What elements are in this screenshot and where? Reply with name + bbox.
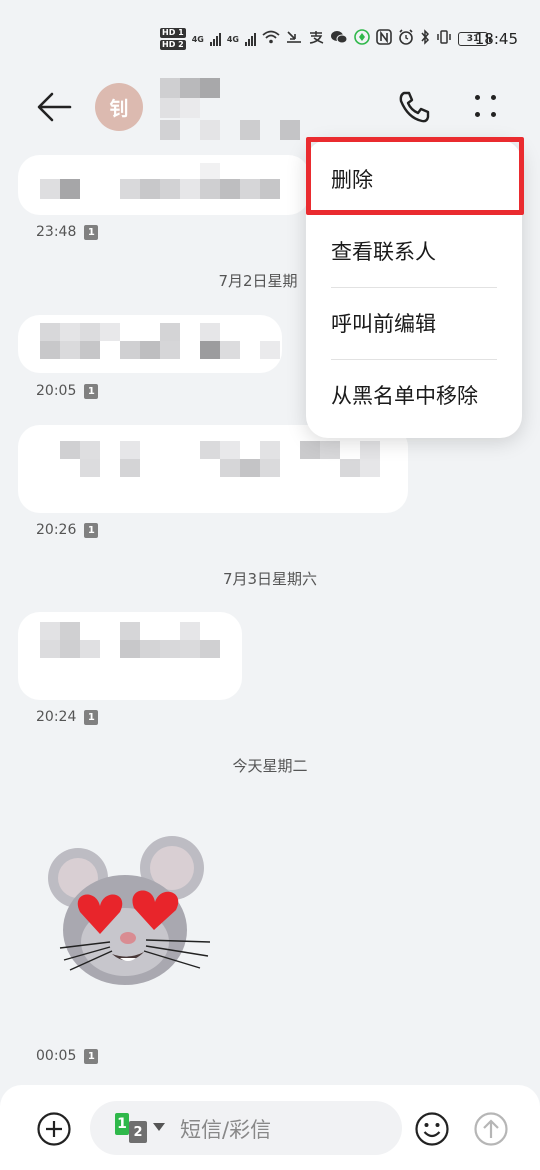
status-bar: HD 1 HD 2 4G 4G 31 18:45 — [0, 0, 540, 70]
conversation-header: 钊 — [0, 75, 540, 140]
network-type-2: 4G — [226, 34, 239, 44]
smiley-icon — [415, 1112, 449, 1146]
sim-badge: 1 — [84, 1048, 99, 1064]
status-time: 18:45 — [474, 30, 518, 48]
message-time: 20:24 — [36, 709, 77, 725]
contact-name-pixelated[interactable] — [160, 78, 300, 140]
message-time: 20:26 — [36, 522, 77, 538]
avatar[interactable]: 钊 — [95, 83, 143, 131]
wifi-icon — [262, 30, 280, 48]
message-meta: 00:05 1 — [36, 1048, 99, 1064]
vibrate-icon — [436, 29, 452, 49]
sim-badge: 1 — [84, 709, 99, 725]
back-arrow-icon — [37, 92, 72, 122]
date-separator: 7月3日星期六 — [222, 570, 318, 588]
status-icons: HD 1 HD 2 4G 4G 31 — [160, 28, 491, 50]
sim-badge: 1 — [84, 224, 99, 240]
network-type-1: 4G — [191, 34, 204, 44]
message-meta: 23:48 1 — [36, 224, 99, 240]
message-time: 20:05 — [36, 383, 77, 399]
alarm-icon — [398, 29, 414, 49]
call-button[interactable] — [396, 89, 432, 125]
sim-badge: 1 — [84, 522, 99, 538]
wechat-icon — [330, 30, 348, 48]
more-options-button[interactable] — [472, 91, 502, 123]
hd1-label: HD 1 — [160, 28, 186, 38]
message-meta: 20:24 1 — [36, 709, 99, 725]
sim-secondary: 2 — [129, 1121, 147, 1143]
hd2-label: HD 2 — [160, 40, 186, 50]
signal-icon — [209, 32, 221, 46]
alipay-icon — [308, 30, 324, 48]
message-time: 00:05 — [36, 1048, 77, 1064]
bluetooth-icon — [420, 29, 430, 49]
message-bubble[interactable] — [18, 315, 282, 373]
message-meta: 20:26 1 — [36, 522, 99, 538]
message-input-container: 1 2 短信/彩信 — [90, 1101, 402, 1155]
back-button[interactable] — [34, 89, 74, 125]
avatar-initial: 钊 — [109, 97, 129, 120]
message-bubble[interactable] — [18, 155, 310, 215]
highlight-box — [306, 137, 524, 215]
emoji-button[interactable] — [414, 1111, 450, 1147]
missed-call-icon — [286, 30, 302, 48]
plus-circle-icon — [37, 1112, 71, 1146]
menu-item-remove-from-blacklist[interactable]: 从黑名单中移除 — [306, 360, 522, 430]
dropdown-arrow-icon — [153, 1123, 165, 1131]
sim-primary: 1 — [115, 1113, 129, 1135]
message-meta: 20:05 1 — [36, 383, 99, 399]
menu-item-view-contact[interactable]: 查看联系人 — [306, 216, 522, 286]
mouse-heart-eyes-icon — [48, 836, 211, 985]
hd-indicator: HD 1 HD 2 — [160, 28, 186, 50]
message-input[interactable]: 短信/彩信 — [180, 1114, 271, 1144]
app-notification-icon — [354, 29, 370, 49]
menu-item-edit-before-call[interactable]: 呼叫前编辑 — [306, 288, 522, 358]
send-button[interactable] — [473, 1111, 509, 1147]
message-bubble[interactable] — [18, 425, 408, 513]
signal-icon-2 — [244, 32, 256, 46]
phone-icon — [399, 91, 430, 123]
mouse-sticker[interactable] — [40, 830, 220, 995]
sim-badge: 1 — [84, 383, 99, 399]
message-bubble[interactable] — [18, 612, 242, 700]
message-time: 23:48 — [36, 224, 77, 240]
nfc-icon — [376, 29, 392, 49]
add-attachment-button[interactable] — [36, 1111, 72, 1147]
date-separator: 今天星期二 — [232, 757, 308, 775]
sim-selector[interactable]: 1 2 — [115, 1113, 165, 1143]
compose-bar: 1 2 短信/彩信 — [0, 1085, 540, 1170]
arrow-up-icon — [474, 1112, 508, 1146]
